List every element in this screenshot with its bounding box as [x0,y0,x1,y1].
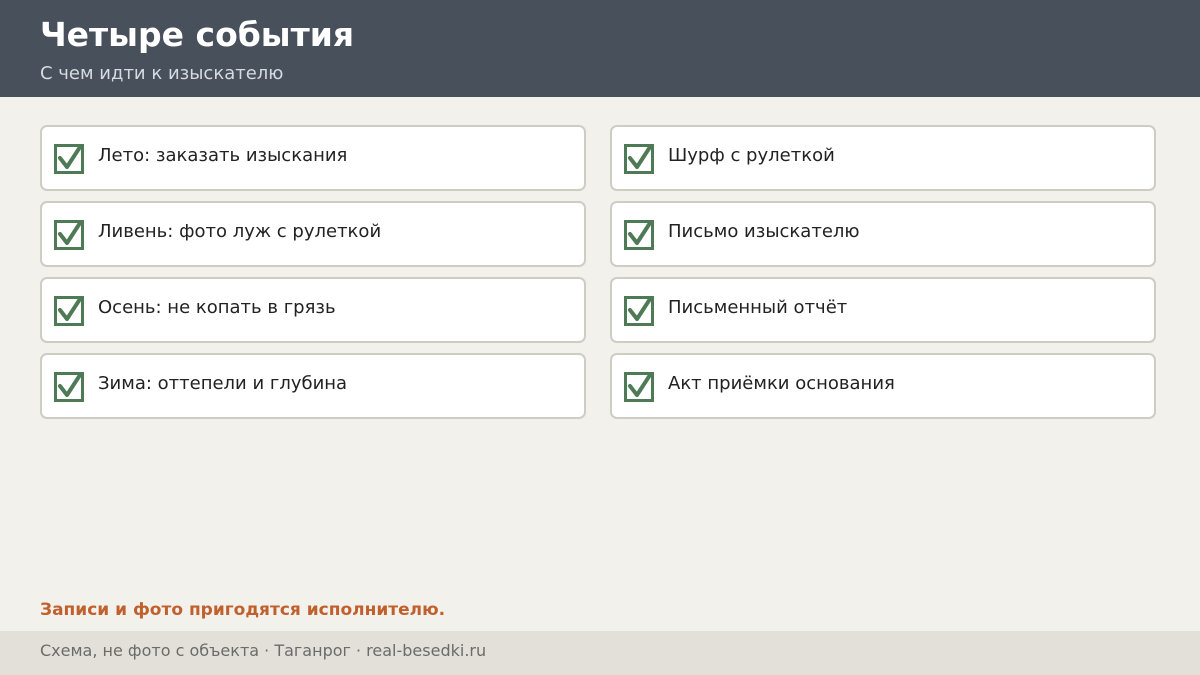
checklist-item[interactable]: Осень: не копать в грязь [40,277,586,343]
checkbox-checked-icon[interactable] [54,144,84,174]
checklist-item[interactable]: Акт приёмки основания [610,353,1156,419]
checkbox-checked-icon[interactable] [624,220,654,250]
page-subtitle: С чем идти к изыскателю [40,63,284,84]
checkbox-checked-icon[interactable] [54,372,84,402]
checklist-item[interactable]: Письменный отчёт [610,277,1156,343]
checklist-item[interactable]: Ливень: фото луж с рулеткой [40,201,586,267]
checklist-item-label: Осень: не копать в грязь [98,297,336,318]
checkbox-checked-icon[interactable] [624,372,654,402]
checkbox-checked-icon[interactable] [54,296,84,326]
checkbox-checked-icon[interactable] [54,220,84,250]
checklist-item[interactable]: Шурф с рулеткой [610,125,1156,191]
checklist-item-label: Шурф с рулеткой [668,145,835,166]
checklist-item-label: Письменный отчёт [668,297,848,318]
footer-caption: Схема, не фото с объекта · Таганрог · re… [40,641,487,660]
checklist-item[interactable]: Лето: заказать изыскания [40,125,586,191]
checklist-item-label: Ливень: фото луж с рулеткой [98,221,382,242]
header: Четыре события С чем идти к изыскателю [0,0,1200,97]
footer: Схема, не фото с объекта · Таганрог · re… [0,631,1200,675]
checklist-item-label: Лето: заказать изыскания [98,145,348,166]
checkbox-checked-icon[interactable] [624,296,654,326]
checkbox-checked-icon[interactable] [624,144,654,174]
checklist-item-label: Зима: оттепели и глубина [98,373,348,394]
checklist-item-label: Акт приёмки основания [668,373,895,394]
checklist-item-label: Письмо изыскателю [668,221,860,242]
page-title: Четыре события [40,15,355,54]
highlight-note: Записи и фото пригодятся исполнителю. [40,600,446,620]
checklist-item[interactable]: Письмо изыскателю [610,201,1156,267]
checklist-item[interactable]: Зима: оттепели и глубина [40,353,586,419]
